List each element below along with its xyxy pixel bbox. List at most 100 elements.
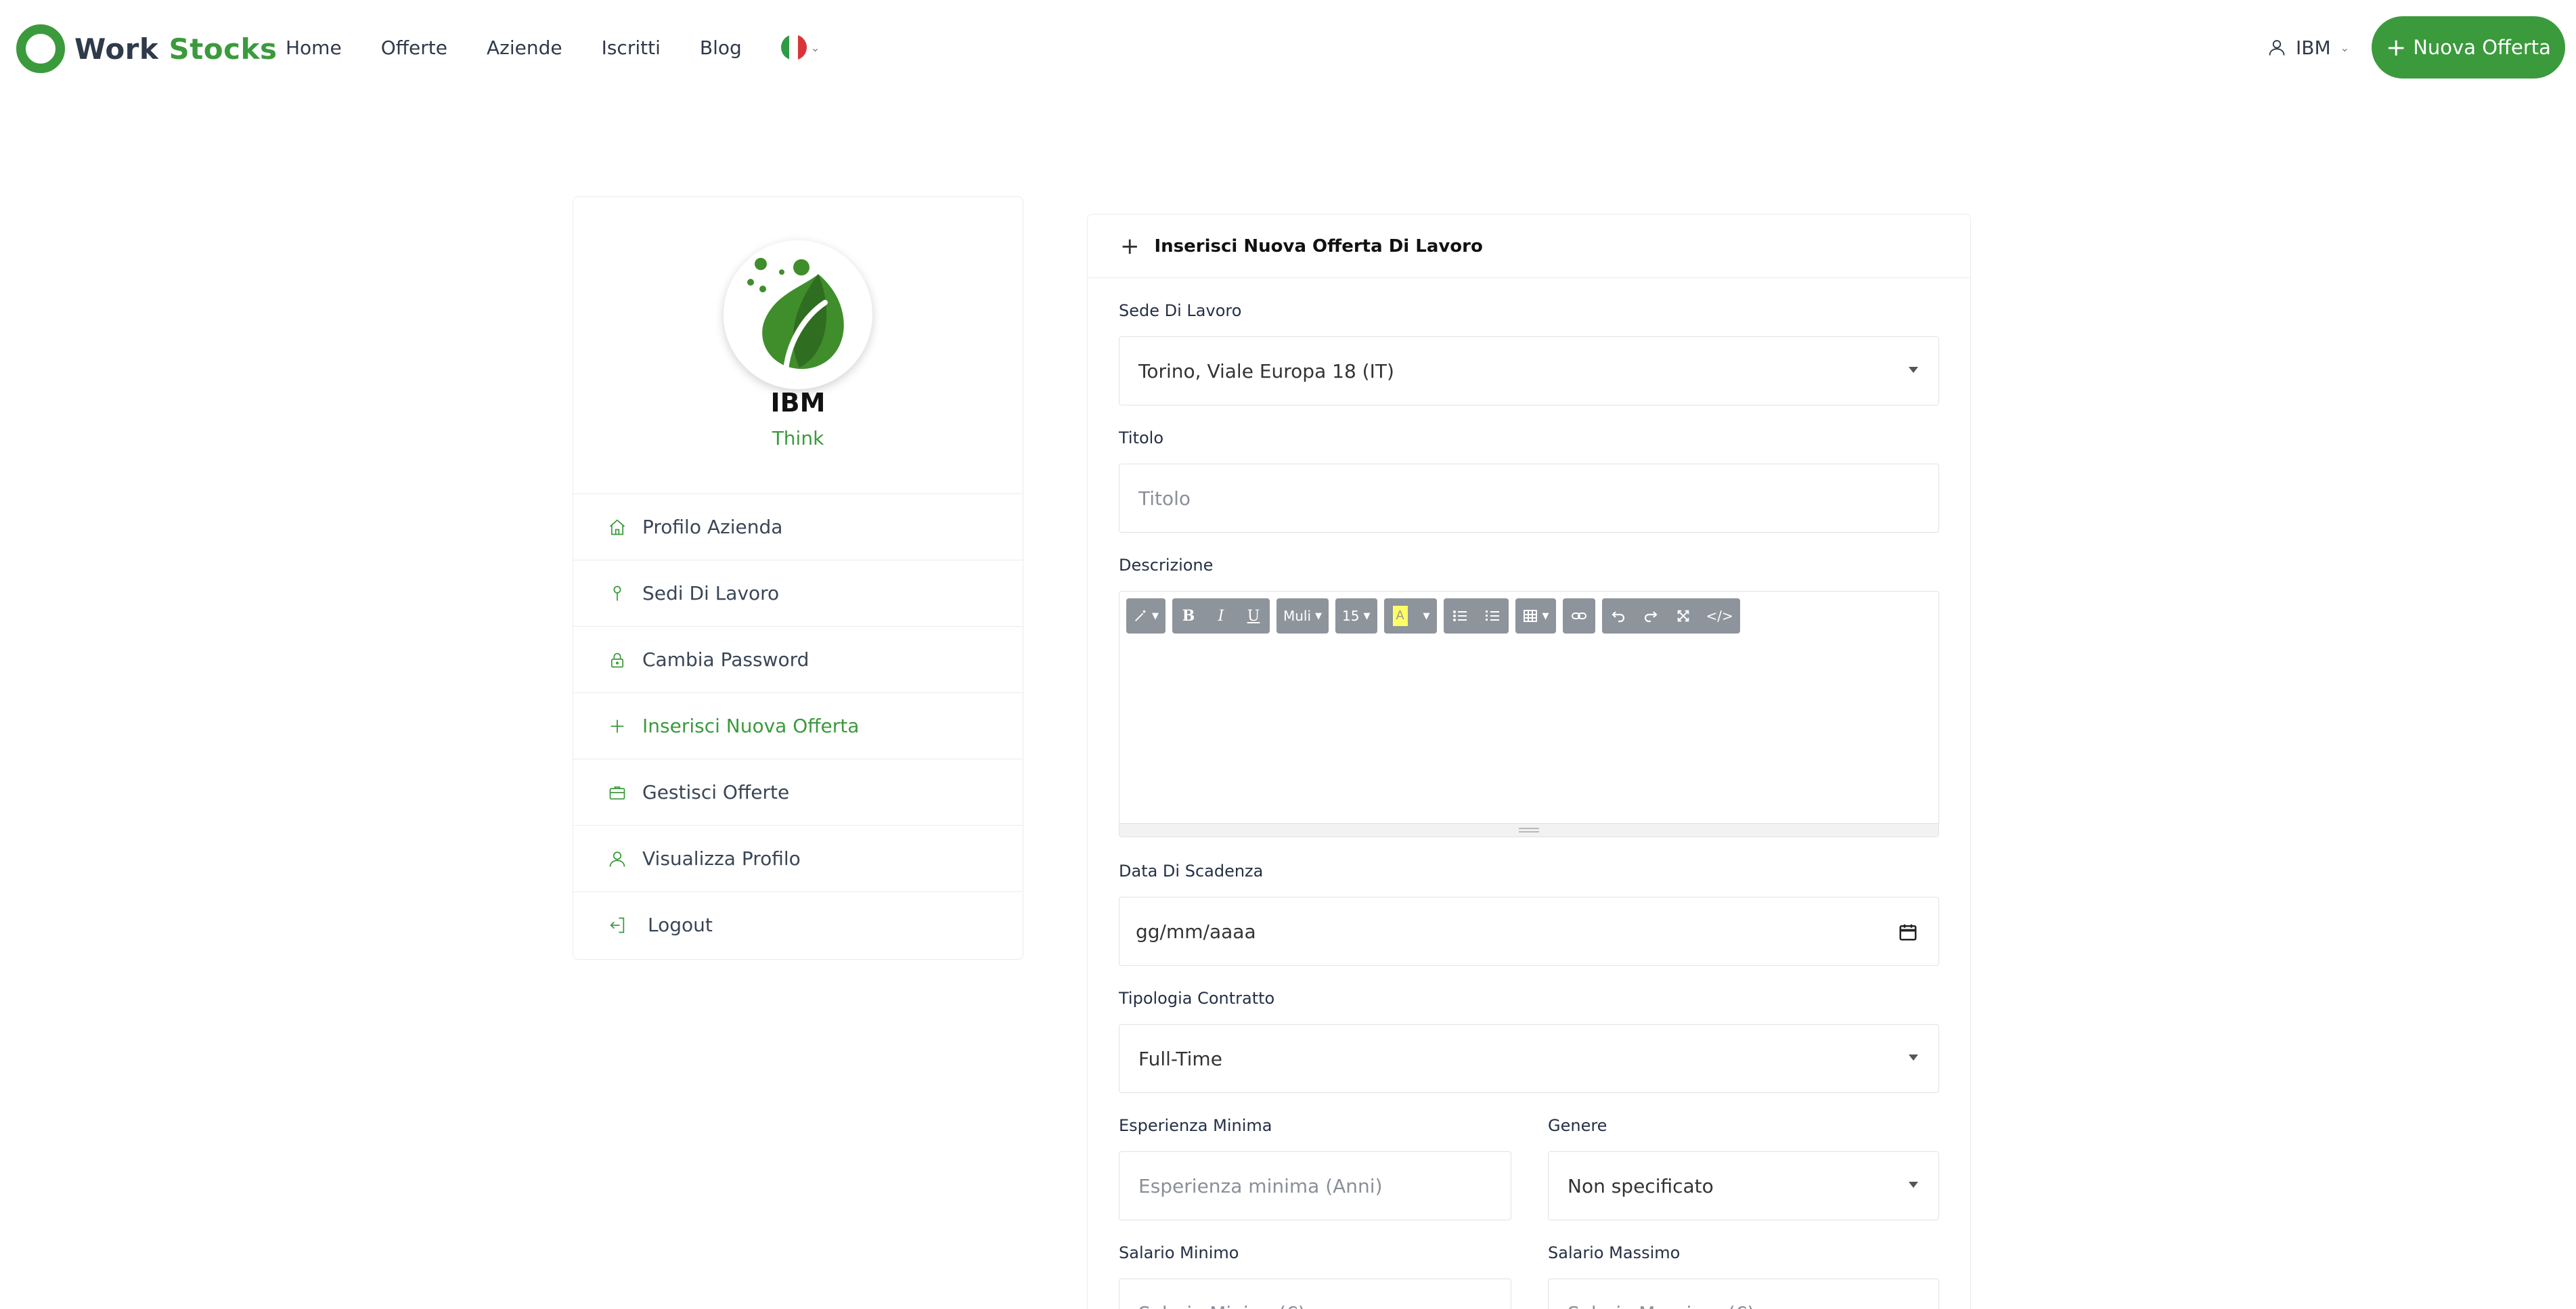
location-pin-icon [607,583,627,604]
sidebar-item-inserisci-nuova-offerta[interactable]: Inserisci Nuova Offerta [573,692,1023,759]
nav-blog[interactable]: Blog [700,37,742,59]
esperienza-placeholder: Esperienza minima (Anni) [1138,1174,1383,1197]
undo-button[interactable] [1602,598,1635,634]
plus-icon: + [2386,33,2407,62]
salario-max-input[interactable]: Salario Massimo (€) [1548,1279,1939,1309]
genere-value: Non specificato [1568,1174,1714,1197]
link-button[interactable] [1563,598,1595,634]
chevron-down-icon: ▼ [1363,611,1371,621]
home-icon [607,517,627,537]
new-offer-button[interactable]: + Nuova Offerta [2372,16,2565,79]
user-icon [607,849,627,869]
font-group: Muli ▼ [1276,598,1329,634]
sidebar-item-sedi-di-lavoro[interactable]: Sedi Di Lavoro [573,560,1023,626]
salario-max-placeholder: Salario Massimo (€) [1568,1302,1754,1309]
unordered-list-button[interactable] [1444,598,1476,634]
redo-button[interactable] [1635,598,1667,634]
language-selector[interactable]: ⌄ [780,35,820,60]
new-offer-form: + Inserisci Nuova Offerta Di Lavoro Sede… [1087,214,1971,1309]
bullet-list-icon [1452,611,1467,621]
sidebar-item-label: Visualizza Profilo [642,847,801,870]
editor-toolbar: ▼ B I U Muli ▼ 15 ▼ A ▼ ▼ </> [1126,598,1740,636]
lock-icon [607,650,627,670]
code-icon: </> [1706,608,1733,624]
salario-max-label: Salario Massimo [1548,1243,1681,1262]
nav-offerte[interactable]: Offerte [381,37,447,59]
scadenza-label: Data Di Scadenza [1119,862,1264,881]
editor-content-area[interactable] [1119,643,1938,822]
form-title: Inserisci Nuova Offerta Di Lavoro [1154,236,1483,257]
brand-logo[interactable]: Work Stocks [16,24,277,73]
contratto-label: Tipologia Contratto [1119,989,1275,1008]
editor-resize-bar[interactable] [1119,823,1938,837]
titolo-input[interactable]: Titolo [1119,464,1939,533]
sidebar-item-logout[interactable]: Logout [573,891,1023,958]
sidebar-item-label: Sedi Di Lavoro [642,582,780,604]
resize-grip-icon [1519,828,1539,833]
user-menu[interactable]: IBM ⌄ [2267,32,2349,62]
contratto-value: Full-Time [1138,1047,1222,1070]
sidebar-item-visualizza-profilo[interactable]: Visualizza Profilo [573,825,1023,891]
plus-icon: + [1120,232,1140,260]
italic-button[interactable]: I [1205,598,1237,634]
code-view-button[interactable]: </> [1700,598,1740,634]
plus-icon [607,716,627,736]
sidebar-item-label: Logout [648,914,713,936]
descrizione-label: Descrizione [1119,556,1214,575]
sidebar-item-label: Inserisci Nuova Offerta [642,715,860,737]
salario-min-placeholder: Salario Minimo(€) [1138,1302,1306,1309]
titolo-placeholder: Titolo [1138,487,1191,510]
brand-mark-icon [16,24,65,73]
esperienza-label: Esperienza Minima [1119,1116,1272,1135]
font-size-dropdown[interactable]: 15 ▼ [1335,598,1377,634]
color-dropdown[interactable]: ▼ [1417,598,1437,634]
underline-button[interactable]: U [1237,598,1270,634]
magic-style-button[interactable]: ▼ [1126,598,1165,634]
history-group: </> [1601,598,1740,634]
user-icon [2269,40,2285,56]
caret-down-icon [1909,367,1918,373]
highlight-icon: A [1392,606,1408,626]
font-family-dropdown[interactable]: Muli ▼ [1276,598,1329,634]
sede-select[interactable]: Torino, Viale Europa 18 (IT) [1119,336,1939,405]
scadenza-date-input[interactable]: gg/mm/aaaa [1119,897,1939,966]
table-button[interactable]: ▼ [1515,598,1556,634]
nav-iscritti[interactable]: Iscritti [602,37,661,59]
logout-icon [607,915,627,935]
sidebar-item-label: Cambia Password [642,648,809,671]
nav-aziende[interactable]: Aziende [487,37,562,59]
contratto-select[interactable]: Full-Time [1119,1024,1939,1093]
sede-value: Torino, Viale Europa 18 (IT) [1138,359,1394,382]
chevron-down-icon: ▼ [1152,611,1159,621]
table-icon [1523,610,1537,622]
company-avatar [724,240,872,389]
font-size-value: 15 [1342,608,1360,624]
leaf-logo-icon [747,258,844,373]
highlight-color-button[interactable]: A [1384,598,1417,634]
nav-home[interactable]: Home [286,37,342,59]
brand-name: Work Stocks [74,32,277,66]
chevron-down-icon: ▼ [1423,611,1430,621]
genere-label: Genere [1548,1116,1607,1135]
link-group [1562,598,1595,634]
sede-label: Sede Di Lavoro [1119,301,1242,320]
numbered-list-icon [1485,611,1499,621]
salario-min-input[interactable]: Salario Minimo(€) [1119,1279,1511,1309]
genere-select[interactable]: Non specificato [1548,1151,1939,1220]
caret-down-icon [1909,1182,1918,1188]
bold-button[interactable]: B [1172,598,1205,634]
sidebar-item-cambia-password[interactable]: Cambia Password [573,626,1023,692]
esperienza-input[interactable]: Esperienza minima (Anni) [1119,1151,1511,1220]
list-group [1443,598,1509,634]
sidebar-item-gestisci-offerte[interactable]: Gestisci Offerte [573,759,1023,825]
salario-min-label: Salario Minimo [1119,1243,1239,1262]
italy-flag-icon [780,35,807,60]
titolo-label: Titolo [1119,428,1164,447]
sidebar-item-profilo-azienda[interactable]: Profilo Azienda [573,493,1023,560]
fullscreen-button[interactable] [1667,598,1700,634]
ordered-list-button[interactable] [1476,598,1509,634]
undo-icon [1611,611,1624,623]
redo-icon [1644,611,1658,623]
calendar-icon [1899,924,1917,941]
main-nav: Home Offerte Aziende Iscritti Blog ⌄ [286,30,820,65]
